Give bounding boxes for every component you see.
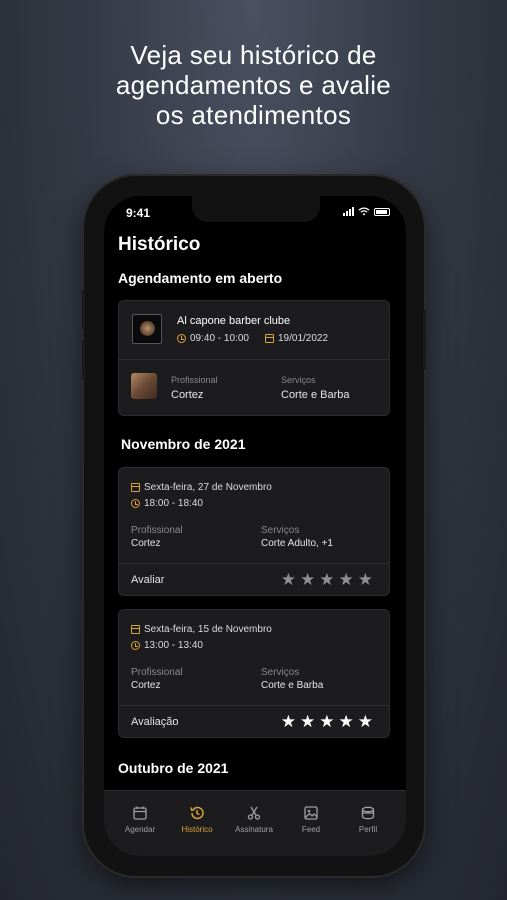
promo-headline: Veja seu histórico de agendamentos e ava… — [0, 40, 507, 130]
wifi-icon — [358, 207, 370, 216]
star-icon[interactable]: ★ — [358, 713, 373, 730]
professional-name: Cortez — [131, 680, 161, 691]
promo-line-2: agendamentos e avalie — [115, 70, 392, 100]
appointment-date: 19/01/2022 — [265, 333, 328, 344]
services-value: Corte e Barba — [261, 680, 324, 691]
tab-label: Histórico — [181, 825, 213, 834]
appointment-time: 09:40 - 10:00 — [177, 333, 249, 344]
history-date-text: Sexta-feira, 15 de Novembro — [144, 624, 272, 635]
history-date: Sexta-feira, 15 de Novembro — [131, 624, 272, 635]
tab-bar: Agendar Histórico Assinatura Feed Perfil — [104, 790, 406, 856]
professional-name: Cortez — [131, 538, 161, 549]
services-label: Serviços — [261, 525, 300, 536]
scissors-icon — [247, 806, 261, 820]
tab-agendar[interactable]: Agendar — [112, 805, 168, 834]
star-icon[interactable]: ★ — [319, 571, 334, 588]
star-icon[interactable]: ★ — [319, 713, 334, 730]
history-card[interactable]: Sexta-feira, 27 de Novembro 18:00 - 18:4… — [118, 467, 390, 596]
professional-label: Profissional — [131, 667, 183, 678]
card-divider — [119, 359, 389, 360]
month-heading: Outubro de 2021 — [118, 760, 229, 776]
professional-label: Profissional — [171, 375, 218, 385]
rate-label: Avaliação — [131, 716, 179, 728]
star-icon[interactable]: ★ — [281, 713, 296, 730]
history-icon — [190, 806, 204, 820]
promo-line-3: os atendimentos — [155, 100, 352, 130]
notch — [192, 196, 320, 222]
tab-assinatura[interactable]: Assinatura — [226, 805, 282, 834]
card-divider — [119, 563, 389, 564]
page-title: Histórico — [118, 234, 201, 255]
status-time: 9:41 — [126, 206, 151, 220]
calendar-icon — [131, 483, 140, 492]
promo-line-1: Veja seu histórico de — [130, 40, 377, 70]
calendar-icon — [265, 334, 274, 343]
history-date: Sexta-feira, 27 de Novembro — [131, 482, 272, 493]
star-icon[interactable]: ★ — [358, 571, 373, 588]
phone-side-button — [82, 340, 85, 380]
clock-icon — [131, 499, 140, 508]
services-label: Serviços — [261, 667, 300, 678]
calendar-icon — [131, 625, 140, 634]
phone-side-button — [82, 290, 85, 330]
history-time-text: 13:00 - 13:40 — [144, 640, 203, 651]
history-time: 18:00 - 18:40 — [131, 498, 203, 509]
professional-avatar — [131, 373, 157, 399]
calendar-icon — [133, 806, 147, 820]
services-value: Corte Adulto, +1 — [261, 538, 333, 549]
tab-historico[interactable]: Histórico — [169, 805, 225, 834]
tab-label: Feed — [301, 825, 321, 834]
tab-label: Perfil — [358, 825, 378, 834]
star-icon[interactable]: ★ — [281, 571, 296, 588]
barbershop-logo — [132, 314, 162, 344]
clock-icon — [177, 334, 186, 343]
services-value: Corte e Barba — [281, 389, 350, 401]
tab-label: Assinatura — [235, 825, 273, 834]
star-icon[interactable]: ★ — [300, 571, 315, 588]
open-appointment-card[interactable]: Al capone barber clube 09:40 - 10:00 19/… — [118, 300, 390, 416]
tab-perfil[interactable]: Perfil — [340, 805, 396, 834]
history-date-text: Sexta-feira, 27 de Novembro — [144, 482, 272, 493]
tab-label: Agendar — [124, 825, 156, 834]
star-icon[interactable]: ★ — [339, 571, 354, 588]
image-icon — [304, 806, 318, 820]
card-divider — [119, 705, 389, 706]
battery-icon — [374, 207, 390, 216]
star-icon[interactable]: ★ — [339, 713, 354, 730]
status-icons — [343, 207, 390, 216]
professional-name: Cortez — [171, 389, 204, 401]
rate-label: Avaliar — [131, 574, 165, 586]
signal-icon — [343, 207, 354, 216]
rating-stars[interactable]: ★ ★ ★ ★ ★ — [281, 571, 373, 588]
history-time: 13:00 - 13:40 — [131, 640, 203, 651]
history-card[interactable]: Sexta-feira, 15 de Novembro 13:00 - 13:4… — [118, 609, 390, 738]
star-icon[interactable]: ★ — [300, 713, 315, 730]
history-time-text: 18:00 - 18:40 — [144, 498, 203, 509]
open-appointment-heading: Agendamento em aberto — [118, 270, 283, 286]
month-heading: Novembro de 2021 — [121, 436, 246, 452]
rating-stars[interactable]: ★ ★ ★ ★ ★ — [281, 713, 373, 730]
app-screen: 9:41 Histórico Agendamento em aberto Al … — [104, 196, 406, 856]
appointment-time-text: 09:40 - 10:00 — [190, 333, 249, 344]
shop-name: Al capone barber clube — [177, 315, 291, 327]
services-label: Serviços — [281, 375, 316, 385]
appointment-date-text: 19/01/2022 — [278, 333, 329, 344]
profile-icon — [361, 806, 375, 820]
tab-feed[interactable]: Feed — [283, 805, 339, 834]
clock-icon — [131, 641, 140, 650]
phone-power-button — [423, 310, 426, 370]
professional-label: Profissional — [131, 525, 183, 536]
